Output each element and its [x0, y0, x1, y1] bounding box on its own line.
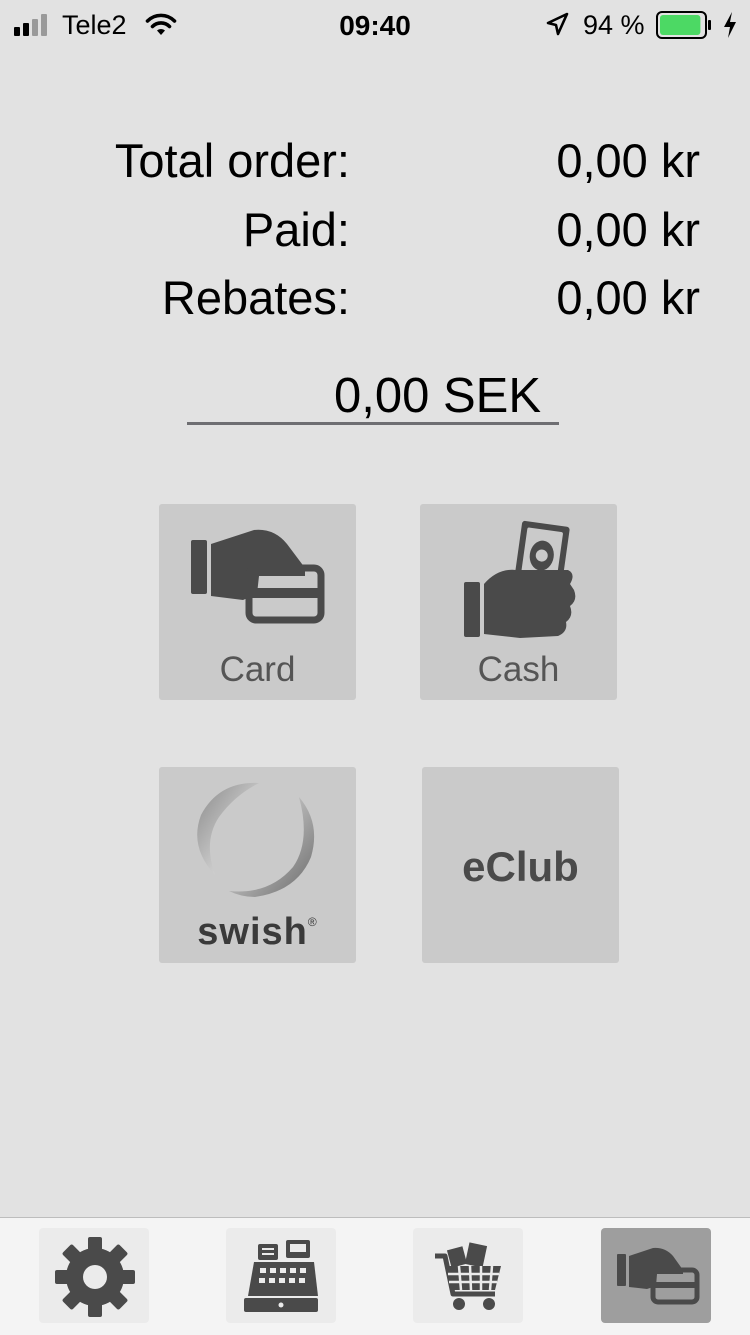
rebates-label: Rebates: — [161, 271, 350, 324]
charging-bolt-icon — [724, 12, 736, 38]
registered-mark: ® — [307, 915, 318, 929]
rebates-value: 0,00 kr — [556, 271, 700, 324]
cash-payment-button[interactable]: Cash — [420, 504, 617, 700]
hand-card-icon — [191, 529, 325, 624]
tab-cart[interactable] — [413, 1228, 523, 1323]
status-bar: Tele2 09:40 94 % — [0, 0, 750, 50]
battery-percentage: 94 % — [583, 10, 645, 40]
amount-input[interactable]: 0,00 SEK — [187, 364, 559, 425]
paid-value: 0,00 kr — [556, 203, 700, 256]
tab-payment[interactable] — [601, 1228, 711, 1323]
card-label: Card — [219, 650, 296, 689]
cash-label: Cash — [477, 650, 560, 689]
amount-value: 0,00 SEK — [333, 369, 541, 423]
location-arrow-icon — [546, 12, 569, 36]
rebates-row: Rebates: 0,00 kr — [0, 270, 750, 330]
total-order-row: Total order: 0,00 kr — [0, 133, 750, 193]
eclub-label: eClub — [462, 843, 579, 890]
total-order-label: Total order: — [114, 134, 350, 187]
tab-settings[interactable] — [39, 1228, 149, 1323]
paid-row: Paid: 0,00 kr — [0, 202, 750, 262]
tab-cash-register[interactable] — [226, 1228, 336, 1323]
shopping-cart-icon — [435, 1242, 501, 1310]
tab-bar — [0, 1217, 750, 1335]
hand-card-icon — [617, 1247, 700, 1305]
eclub-payment-button[interactable]: eClub — [422, 767, 619, 963]
paid-label: Paid: — [242, 203, 350, 256]
cash-register-icon — [244, 1240, 318, 1312]
battery-icon — [656, 11, 711, 39]
total-order-value: 0,00 kr — [556, 134, 700, 187]
swish-logo-icon — [197, 782, 315, 897]
hand-cash-icon — [464, 520, 576, 638]
card-payment-button[interactable]: Card — [159, 504, 356, 700]
swish-label: swish® — [197, 911, 318, 953]
swish-payment-button[interactable]: swish® — [159, 767, 356, 963]
gear-icon — [55, 1237, 135, 1317]
